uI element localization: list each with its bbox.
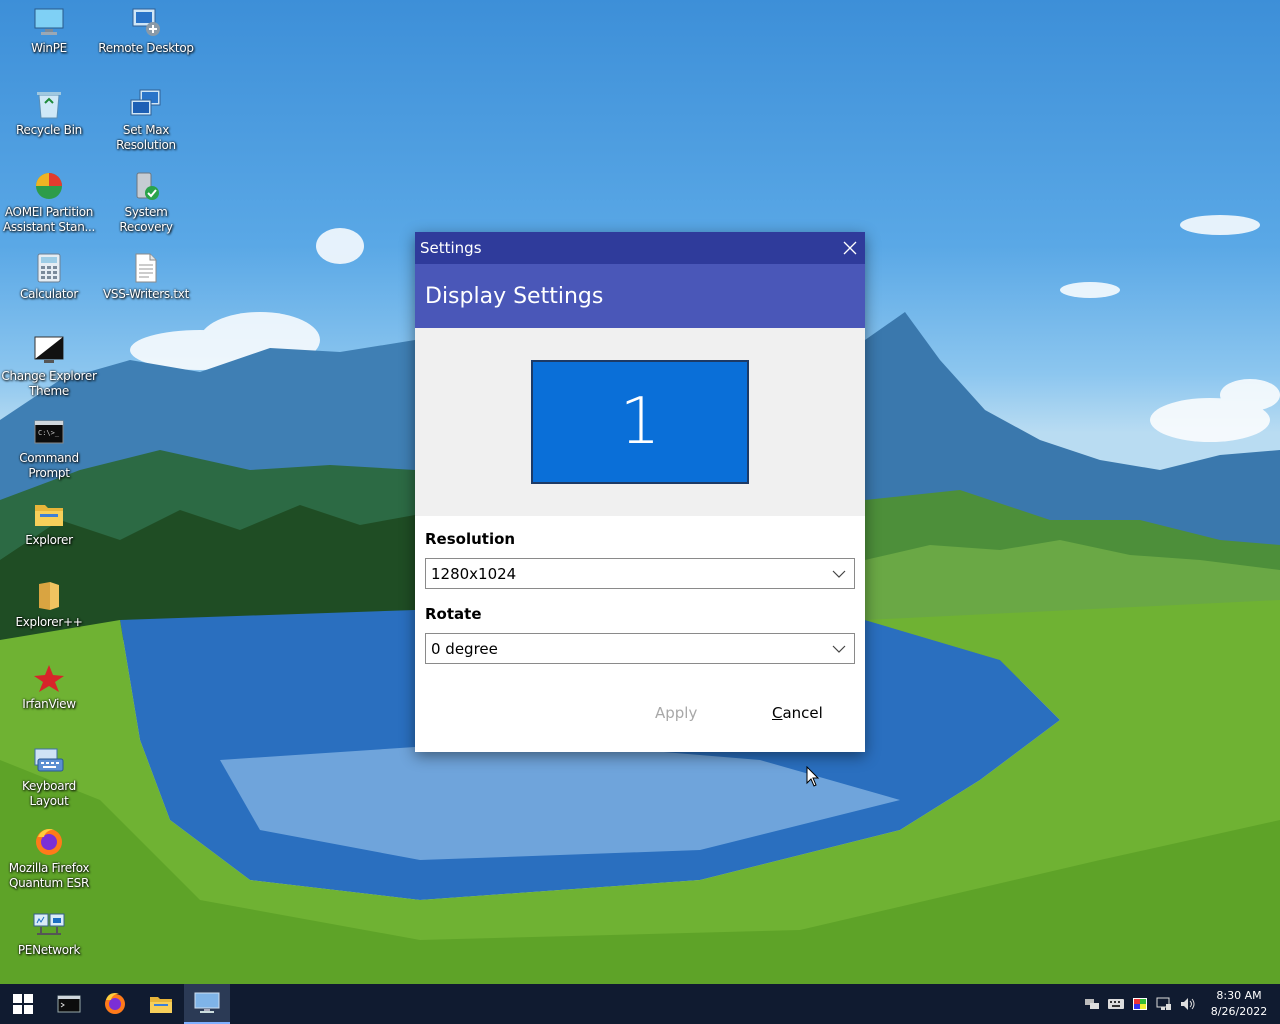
desktop-icon-keyboard-layout[interactable]: Keyboard Layout (1, 744, 97, 809)
settings-dialog: Settings Display Settings 1 Resolution 1… (415, 232, 865, 752)
taskbar-display-settings[interactable] (184, 984, 230, 1024)
resolution-label: Resolution (425, 530, 516, 548)
cmd-icon (57, 995, 81, 1013)
dialog-title: Settings (420, 239, 482, 257)
keyboard-icon (33, 744, 65, 776)
cancel-label-rest: ancel (782, 704, 823, 722)
page-title: Display Settings (425, 283, 604, 309)
firefox-icon (105, 992, 125, 1014)
explorerpp-icon (33, 580, 65, 612)
close-button[interactable] (835, 232, 865, 264)
folder-icon (33, 498, 65, 530)
tray-keyboard[interactable] (1104, 984, 1128, 1024)
monitor-icon (194, 992, 220, 1013)
dialog-buttons: Apply Cancel (415, 702, 865, 730)
recycle-bin-icon (33, 88, 65, 120)
theme-icon (33, 334, 65, 366)
desktop-icon-change-explorer-theme[interactable]: Change Explorer Theme (1, 334, 97, 399)
desktop-icon-explorerpp[interactable]: Explorer++ (1, 580, 97, 630)
network-adapter-icon (1085, 999, 1099, 1009)
taskbar-firefox[interactable] (92, 984, 138, 1024)
monitor-1-tile[interactable]: 1 (531, 360, 749, 484)
mouse-cursor-icon (806, 766, 820, 787)
taskbar-command-prompt[interactable] (46, 984, 92, 1024)
desktop-icon-recycle-bin[interactable]: Recycle Bin (1, 88, 97, 138)
resolution-value: 1280x1024 (431, 564, 517, 583)
tray-color-display[interactable] (1128, 984, 1152, 1024)
resolution-dropdown[interactable]: 1280x1024 (425, 558, 855, 589)
desktop-icon-irfanview[interactable]: IrfanView (1, 662, 97, 712)
dialog-header: Display Settings (415, 264, 865, 328)
remote-desktop-icon (130, 6, 162, 38)
clock-date: 8/26/2022 (1210, 1005, 1268, 1018)
tray-volume[interactable] (1176, 984, 1200, 1024)
text-file-icon (130, 252, 162, 284)
rotate-dropdown[interactable]: 0 degree (425, 633, 855, 664)
tray-network-adapter[interactable] (1080, 984, 1104, 1024)
close-icon (843, 241, 857, 255)
speaker-icon (1181, 998, 1195, 1010)
monitor-number: 1 (619, 385, 661, 459)
system-recovery-icon (130, 170, 162, 202)
desktop-icon-calculator[interactable]: Calculator (1, 252, 97, 302)
rotate-value: 0 degree (431, 639, 498, 658)
system-tray: 8:30 AM 8/26/2022 (1080, 984, 1280, 1024)
desktop-icon-firefox[interactable]: Mozilla Firefox Quantum ESR (1, 826, 97, 891)
cmd-icon: C:\>_ (33, 416, 65, 448)
display-preview: 1 (415, 328, 865, 516)
desktop-icon-winpe[interactable]: WinPE (1, 6, 97, 56)
calculator-icon (33, 252, 65, 284)
settings-form: Resolution 1280x1024 Rotate 0 degree App… (415, 516, 865, 752)
start-button[interactable] (0, 984, 46, 1024)
color-display-icon (1133, 998, 1147, 1010)
desktop-icon-explorer[interactable]: Explorer (1, 498, 97, 548)
svg-text:C:\>_: C:\>_ (38, 429, 60, 437)
desktop-icon-aomei[interactable]: AOMEI Partition Assistant Stan... (1, 170, 97, 235)
monitor-icon (33, 6, 65, 38)
aomei-icon (33, 170, 65, 202)
dialog-titlebar[interactable]: Settings (415, 232, 865, 264)
apply-button[interactable]: Apply (655, 704, 697, 722)
chevron-down-icon (832, 570, 846, 578)
desktop-icon-remote-desktop[interactable]: Remote Desktop (98, 6, 194, 56)
cancel-accelerator: C (772, 704, 783, 722)
desktop-icon-system-recovery[interactable]: System Recovery (98, 170, 194, 235)
set-resolution-icon (130, 88, 162, 120)
desktop-icon-vss-writers[interactable]: VSS-Writers.txt (98, 252, 194, 302)
chevron-down-icon (832, 645, 846, 653)
taskbar-explorer[interactable] (138, 984, 184, 1024)
network-status-icon (1156, 997, 1171, 1010)
network-icon (33, 908, 65, 940)
rotate-label: Rotate (425, 605, 482, 623)
keyboard-icon (1108, 999, 1124, 1009)
firefox-icon (33, 826, 65, 858)
folder-icon (150, 997, 172, 1013)
taskbar-clock[interactable]: 8:30 AM 8/26/2022 (1204, 988, 1274, 1020)
windows-logo-icon (13, 994, 33, 1014)
desktop-icon-penetwork[interactable]: PENetwork (1, 908, 97, 958)
tray-network-status[interactable] (1152, 984, 1176, 1024)
taskbar: 8:30 AM 8/26/2022 (0, 984, 1280, 1024)
desktop-icon-command-prompt[interactable]: C:\>_ Command Prompt (1, 416, 97, 481)
cancel-button[interactable]: Cancel (772, 704, 823, 722)
irfanview-icon (33, 662, 65, 694)
clock-time: 8:30 AM (1216, 989, 1262, 1002)
desktop-icon-set-max-resolution[interactable]: Set Max Resolution (98, 88, 194, 153)
